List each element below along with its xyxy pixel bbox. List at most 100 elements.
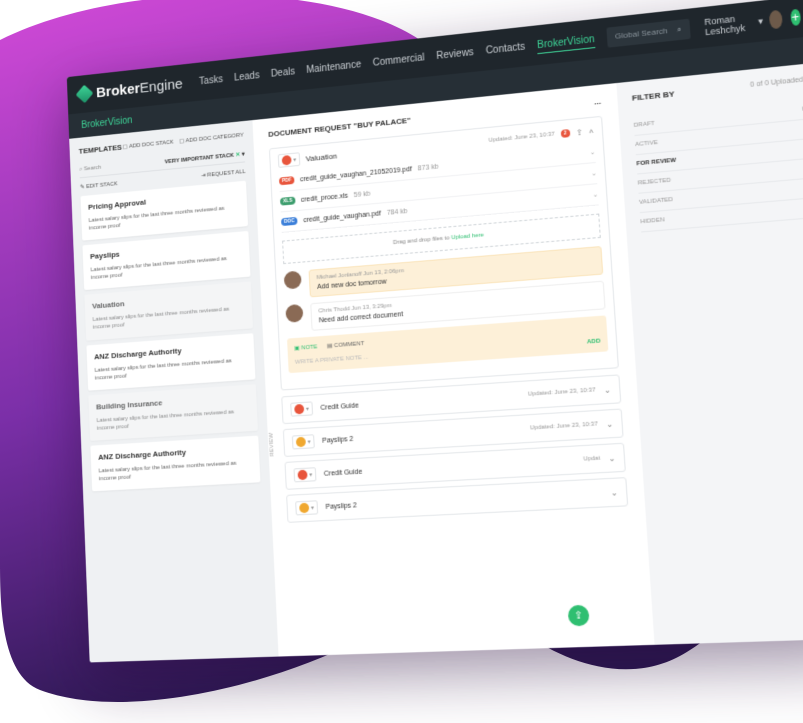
filter-label: DRAFT	[633, 120, 655, 129]
chevron-down-icon[interactable]: ⌄	[608, 453, 616, 463]
filter-label: VALIDATED	[638, 196, 674, 206]
template-card[interactable]: Payslips Latest salary slips for the last…	[82, 231, 251, 291]
avatar[interactable]	[768, 9, 783, 30]
status-select[interactable]: ▾	[290, 401, 314, 417]
template-card[interactable]: Building Insurance Latest salary slips fo…	[88, 384, 258, 441]
add-button[interactable]: +	[789, 8, 802, 27]
add-note-button[interactable]: ADD	[587, 338, 601, 345]
request-title: DOCUMENT REQUEST "BUY PALACE"	[268, 115, 411, 139]
template-search-placeholder: Search	[83, 164, 102, 173]
template-card[interactable]: Pricing Approval Latest salary slips for …	[80, 180, 249, 241]
tab-note-label: NOTE	[301, 344, 318, 352]
more-icon[interactable]: ...	[594, 97, 601, 107]
document-item-name: Payslips 2	[325, 501, 357, 511]
comment-author: Chris Thodd	[318, 306, 351, 315]
nav-item-leads[interactable]: Leads	[234, 70, 260, 83]
valuation-updated: Updated: June 23, 10:37	[488, 131, 555, 144]
templates-panel: TEMPLATES ▢ ADD DOC STACK ▢ ADD DOC CATE…	[69, 120, 279, 663]
document-item-updated: Updat	[583, 455, 601, 463]
file-name[interactable]: credit_guide_vaughan_21052019.pdf	[300, 166, 412, 183]
upload-link[interactable]: Upload here	[451, 232, 484, 241]
document-item-updated: Updated: June 23, 10:37	[529, 421, 599, 432]
document-request-panel: DOCUMENT REQUEST "BUY PALACE"... ▾ Valua…	[252, 83, 655, 657]
brand[interactable]: BrokerEngine	[75, 75, 183, 104]
chevron-down-icon[interactable]: ⌄	[591, 170, 597, 178]
file-type-badge: PDF	[278, 176, 295, 186]
brand-bold: Broker	[95, 80, 141, 101]
status-select[interactable]: ▾	[277, 152, 301, 168]
valuation-group: ▾ Valuation Updated: June 23, 10:37 2 ⇪ …	[268, 115, 619, 391]
comment-date: Jun 13, 3:29pm	[351, 302, 393, 313]
nav-item-contacts[interactable]: Contacts	[485, 41, 525, 56]
nav-item-reviews[interactable]: Reviews	[436, 47, 474, 62]
template-card[interactable]: Valuation Latest salary slips for the las…	[84, 281, 254, 341]
tab-comment-label: COMMENT	[333, 340, 365, 350]
template-card-title: ANZ Discharge Authority	[97, 447, 187, 462]
filter-label: REJECTED	[637, 177, 672, 187]
request-all-button[interactable]: ⇥ REQUEST ALL	[201, 168, 246, 179]
nav-item-tasks[interactable]: Tasks	[199, 74, 223, 87]
close-icon[interactable]: ✕	[235, 152, 240, 158]
document-item-name: Credit Guide	[323, 468, 363, 478]
templates-title: TEMPLATES	[78, 142, 123, 156]
status-select[interactable]: ▾	[293, 467, 317, 483]
template-card-desc: Latest salary slips for the last three m…	[98, 460, 237, 483]
add-doc-stack-button[interactable]: ▢ ADD DOC STACK	[122, 139, 173, 151]
file-size: 873 kb	[417, 163, 439, 172]
tab-note[interactable]: ▣ NOTE	[294, 343, 317, 352]
file-type-badge: DOC	[280, 216, 298, 227]
add-doc-category-button[interactable]: ▢ ADD DOC CATEGORY	[179, 132, 244, 145]
comment-date: Jun 13, 2:06pm	[363, 268, 405, 278]
file-size: 59 kb	[353, 190, 371, 199]
add-doc-stack-label: ADD DOC STACK	[128, 139, 174, 150]
stack-tag-label: VERY IMPORTANT STACK	[164, 152, 235, 166]
tab-comment[interactable]: ▤ COMMENT	[327, 340, 365, 350]
section-title: BrokerVision	[81, 114, 133, 131]
chevron-down-icon[interactable]: ⌄	[606, 419, 614, 429]
review-text: REVIEW	[268, 432, 276, 457]
status-dot	[297, 469, 308, 481]
file-name[interactable]: credit_proce.xls	[301, 192, 348, 203]
global-search-input[interactable]: Global Search ⌕	[606, 18, 691, 48]
upload-icon[interactable]: ⇪	[576, 127, 583, 137]
document-item-name: Credit Guide	[320, 401, 359, 412]
user-name: Roman Leshchyk	[704, 13, 746, 38]
logo-icon	[75, 84, 94, 104]
nav-item-deals[interactable]: Deals	[271, 66, 296, 79]
avatar[interactable]	[283, 270, 302, 290]
filter-title: FILTER BY	[631, 89, 675, 103]
chevron-down-icon: ▾	[757, 15, 764, 26]
user-menu[interactable]: Roman Leshchyk ▾	[704, 9, 783, 38]
status-select[interactable]: ▾	[295, 500, 319, 516]
upload-fab-button[interactable]: ⇪	[567, 604, 590, 627]
edit-stack-label: EDIT STACK	[86, 181, 118, 190]
chevron-down-icon[interactable]: ⌄	[610, 487, 618, 497]
document-item-updated: Updated: June 23, 10:37	[527, 387, 596, 398]
comment-author: Michael Jonlanoff	[316, 271, 362, 282]
brand-light: Engine	[139, 75, 183, 97]
note-placeholder: WRITE A PRIVATE NOTE ...	[294, 354, 369, 366]
search-placeholder: Global Search	[614, 26, 668, 41]
template-card-desc: Latest salary slips for the last three m…	[94, 357, 232, 382]
stack-tag[interactable]: VERY IMPORTANT STACK ✕ ▾	[164, 151, 245, 166]
document-item-name: Payslips 2	[322, 435, 354, 445]
chevron-down-icon[interactable]: ⌄	[590, 148, 596, 156]
nav-item-maintenance[interactable]: Maintenance	[306, 59, 361, 76]
file-type-badge: XLS	[279, 196, 296, 206]
filter-list: DRAFT0ACTIVE0FOR REVIEW3REJECTED0VALIDAT…	[633, 100, 803, 233]
template-card[interactable]: ANZ Discharge Authority Latest salary sli…	[86, 332, 256, 391]
chevron-down-icon[interactable]: ⌄	[604, 385, 612, 395]
drop-text: Drag and drop files to	[392, 235, 452, 247]
note-input[interactable]: WRITE A PRIVATE NOTE ...	[295, 355, 369, 366]
avatar[interactable]	[285, 303, 304, 323]
file-name[interactable]: credit_guide_vaughan.pdf	[303, 210, 381, 224]
status-select[interactable]: ▾	[291, 434, 315, 450]
nav-item-brokervision[interactable]: BrokerVision	[536, 33, 596, 54]
edit-stack-button[interactable]: ✎ EDIT STACK	[80, 180, 118, 190]
nav-item-commercial[interactable]: Commercial	[372, 52, 425, 68]
notification-badge: 2	[560, 129, 571, 138]
filter-label: HIDDEN	[640, 217, 665, 226]
chevron-down-icon[interactable]: ⌄	[593, 191, 599, 199]
template-card[interactable]: ANZ Discharge Authority Latest salary sli…	[90, 435, 261, 492]
chevron-up-icon[interactable]: ˄	[589, 126, 594, 136]
